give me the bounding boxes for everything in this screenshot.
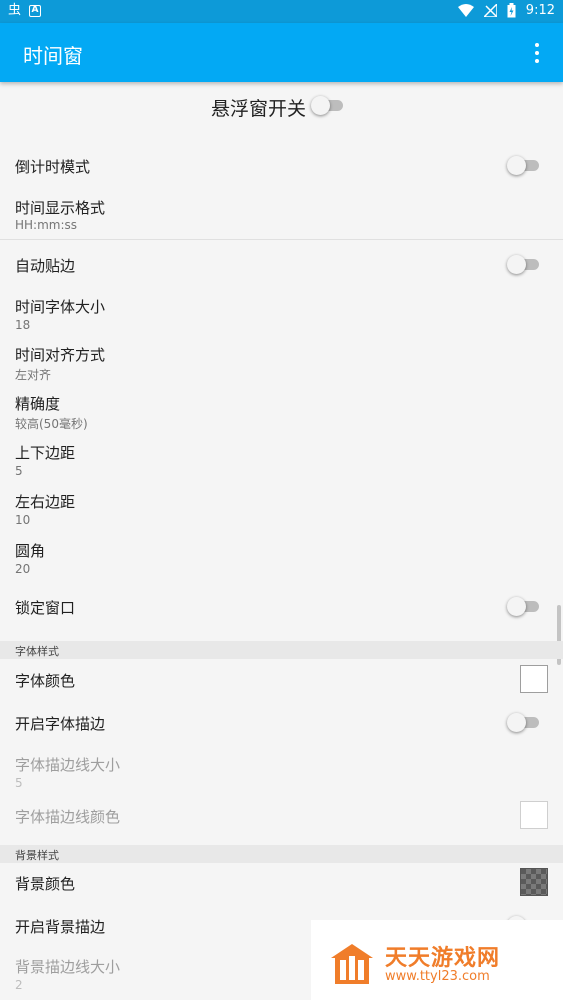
setting-summary: 5: [15, 464, 23, 478]
precision-row[interactable]: 精确度 较高(50毫秒): [0, 387, 563, 434]
setting-title: 背景颜色: [15, 875, 76, 893]
auto-snap-row[interactable]: 自动贴边: [0, 243, 563, 288]
section-header-font: 字体样式: [0, 641, 563, 659]
wifi-icon: [457, 3, 474, 17]
status-bar: 虫 A 9:12: [0, 0, 563, 23]
font-stroke-color-swatch[interactable]: [520, 801, 548, 829]
status-time: 9:12: [525, 3, 555, 18]
setting-summary: 5: [15, 776, 23, 790]
section-header-background: 背景样式: [0, 845, 563, 863]
background-color-row[interactable]: 背景颜色: [0, 863, 563, 903]
app-notification-icon: 虫: [8, 3, 22, 18]
setting-title: 倒计时模式: [15, 158, 91, 176]
font-stroke-width-row[interactable]: 字体描边线大小 5: [0, 748, 563, 796]
vertical-margin-row[interactable]: 上下边距 5: [0, 436, 563, 483]
setting-summary: 18: [15, 318, 31, 332]
setting-title: 字体描边线大小: [15, 756, 121, 774]
master-toggle[interactable]: [311, 95, 345, 115]
countdown-mode-row[interactable]: 倒计时模式: [0, 145, 563, 190]
divider: [0, 239, 563, 240]
app-bar: 时间窗: [0, 23, 563, 82]
setting-title: 字体颜色: [15, 672, 76, 690]
font-stroke-color-row[interactable]: 字体描边线颜色: [0, 798, 563, 838]
font-stroke-row[interactable]: 开启字体描边: [0, 703, 563, 743]
watermark-name: 天天游戏网: [385, 946, 501, 971]
setting-title: 自动贴边: [15, 257, 76, 275]
font-color-row[interactable]: 字体颜色: [0, 660, 563, 700]
setting-title: 时间对齐方式: [15, 346, 106, 364]
setting-title: 开启背景描边: [15, 918, 106, 936]
battery-icon: [507, 3, 516, 18]
watermark-url: www.ttyl23.com: [385, 969, 490, 984]
master-switch-label: 悬浮窗开关: [211, 98, 307, 120]
font-stroke-toggle[interactable]: [507, 712, 541, 732]
app-title: 时间窗: [23, 44, 83, 68]
setting-title: 上下边距: [15, 444, 76, 462]
overflow-menu-icon[interactable]: [533, 43, 541, 63]
a-notification-icon: A: [29, 5, 42, 17]
time-format-row[interactable]: 时间显示格式 HH:mm:ss: [0, 190, 563, 238]
setting-title: 字体描边线颜色: [15, 808, 121, 826]
no-signal-icon: [483, 4, 497, 17]
master-switch-row[interactable]: 悬浮窗开关: [0, 82, 563, 132]
setting-title: 时间字体大小: [15, 298, 106, 316]
setting-title: 锁定窗口: [15, 599, 76, 617]
setting-summary: 2: [15, 978, 23, 992]
lock-window-row[interactable]: 锁定窗口: [0, 585, 563, 630]
section-header-label: 字体样式: [15, 645, 59, 658]
setting-title: 圆角: [15, 542, 46, 560]
alignment-row[interactable]: 时间对齐方式 左对齐: [0, 338, 563, 385]
horizontal-margin-row[interactable]: 左右边距 10: [0, 485, 563, 532]
watermark-logo-icon: [331, 944, 373, 984]
setting-summary: 较高(50毫秒): [15, 417, 88, 431]
setting-summary: 20: [15, 562, 31, 576]
setting-title: 左右边距: [15, 493, 76, 511]
background-color-swatch[interactable]: [520, 868, 548, 896]
setting-summary: HH:mm:ss: [15, 218, 78, 232]
lock-window-toggle[interactable]: [507, 596, 541, 616]
setting-summary: 10: [15, 513, 31, 527]
setting-title: 背景描边线大小: [15, 958, 121, 976]
setting-summary: 左对齐: [15, 368, 52, 382]
setting-title: 时间显示格式: [15, 199, 106, 217]
corner-radius-row[interactable]: 圆角 20: [0, 534, 563, 581]
auto-snap-toggle[interactable]: [507, 254, 541, 274]
countdown-mode-toggle[interactable]: [507, 155, 541, 175]
watermark: 天天游戏网 www.ttyl23.com: [311, 920, 563, 1000]
setting-title: 精确度: [15, 395, 61, 413]
setting-title: 开启字体描边: [15, 715, 106, 733]
section-header-label: 背景样式: [15, 849, 59, 862]
font-color-swatch[interactable]: [520, 665, 548, 693]
font-size-row[interactable]: 时间字体大小 18: [0, 290, 563, 337]
